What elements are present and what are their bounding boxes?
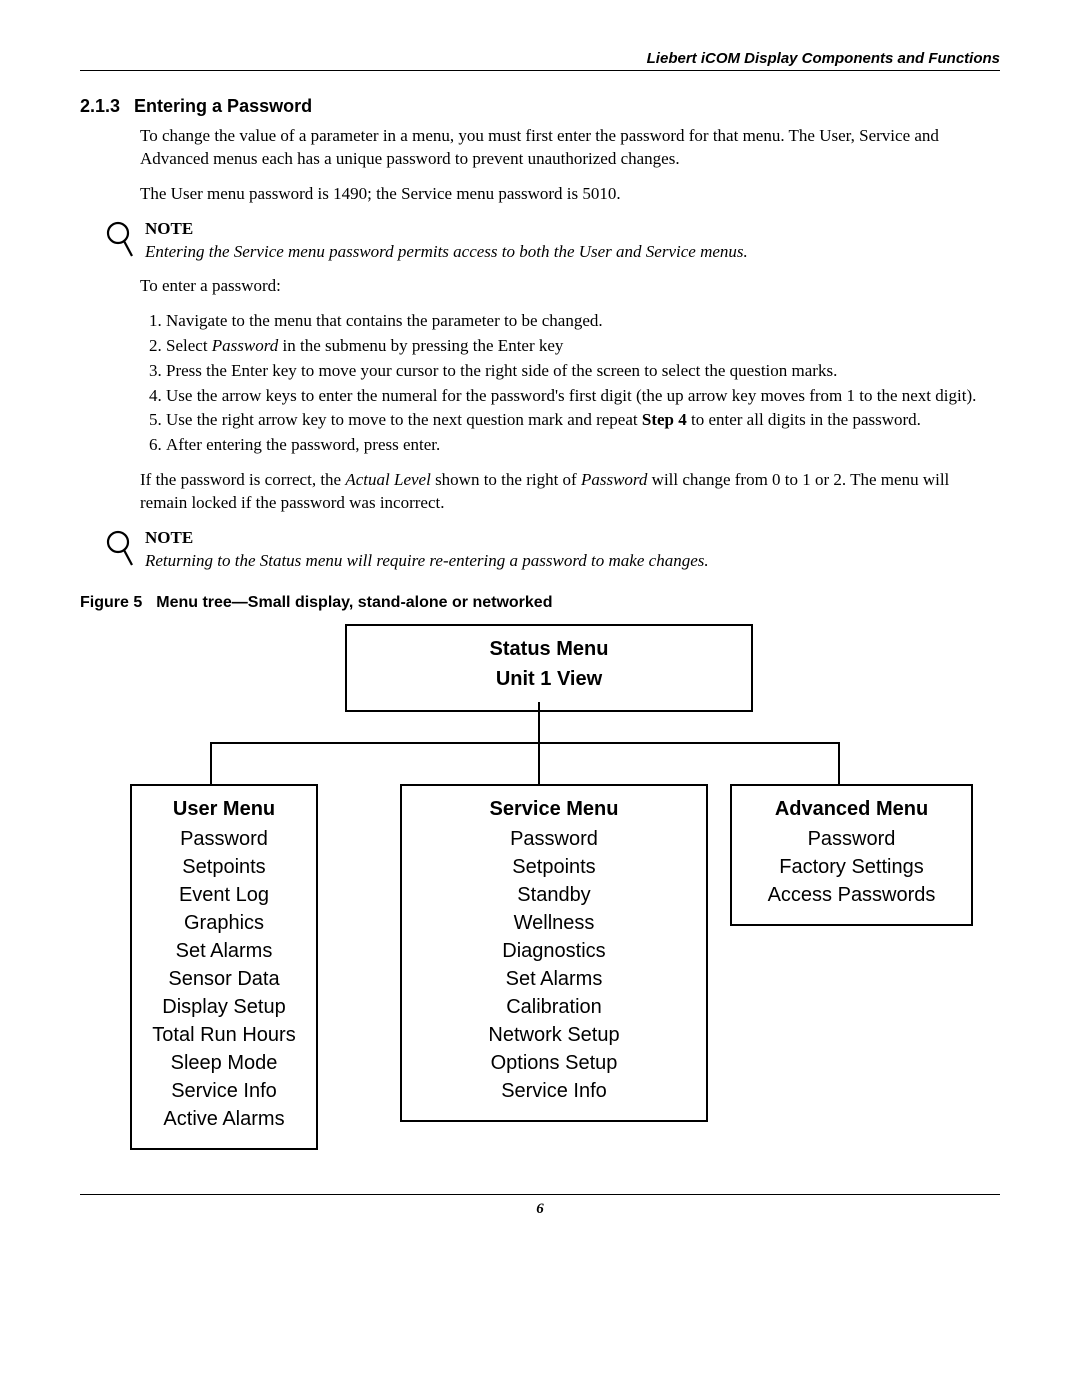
- tree-item: Password: [744, 826, 959, 852]
- tree-service-menu-box: Service Menu PasswordSetpointsStandbyWel…: [400, 784, 708, 1122]
- box-title: Service Menu: [414, 796, 694, 822]
- tree-item: Factory Settings: [744, 854, 959, 880]
- tree-item: Total Run Hours: [144, 1022, 304, 1048]
- step-item: Navigate to the menu that contains the p…: [166, 310, 1000, 333]
- tree-item: Sensor Data: [144, 966, 304, 992]
- note-label: NOTE: [145, 218, 748, 241]
- steps-list: Navigate to the menu that contains the p…: [140, 310, 1000, 458]
- figure-label: Figure 5: [80, 594, 142, 611]
- tree-user-menu-box: User Menu PasswordSetpointsEvent LogGrap…: [130, 784, 318, 1150]
- tree-item: Diagnostics: [414, 938, 694, 964]
- tree-item: Display Setup: [144, 994, 304, 1020]
- tree-item: Set Alarms: [414, 966, 694, 992]
- tree-item: Set Alarms: [144, 938, 304, 964]
- tree-item: Graphics: [144, 910, 304, 936]
- tree-item: Wellness: [414, 910, 694, 936]
- tree-item: Service Info: [414, 1078, 694, 1104]
- page-footer: 6: [80, 1194, 1000, 1218]
- section-number: 2.1.3: [80, 96, 120, 117]
- note-text: Returning to the Status menu will requir…: [145, 550, 709, 573]
- tree-advanced-menu-box: Advanced Menu PasswordFactory SettingsAc…: [730, 784, 973, 926]
- tree-item: Access Passwords: [744, 882, 959, 908]
- paragraph: If the password is correct, the Actual L…: [140, 469, 1000, 515]
- step-item: Use the right arrow key to move to the n…: [166, 409, 1000, 432]
- paragraph: To change the value of a parameter in a …: [140, 125, 1000, 171]
- note-label: NOTE: [145, 527, 709, 550]
- tree-item: Options Setup: [414, 1050, 694, 1076]
- root-title-line: Unit 1 View: [359, 666, 739, 692]
- magnifier-icon: [105, 220, 139, 267]
- section-heading: 2.1.3 Entering a Password: [80, 96, 1000, 117]
- paragraph: To enter a password:: [140, 275, 1000, 298]
- section-title: Entering a Password: [134, 96, 312, 116]
- step-item: After entering the password, press enter…: [166, 434, 1000, 457]
- figure-caption: Figure 5 Menu tree—Small display, stand-a…: [80, 594, 1000, 612]
- note-block: NOTE Returning to the Status menu will r…: [105, 527, 1000, 576]
- tree-root-box: Status Menu Unit 1 View: [345, 624, 753, 712]
- tree-item: Setpoints: [414, 854, 694, 880]
- page-number: 6: [536, 1201, 544, 1217]
- step-item: Press the Enter key to move your cursor …: [166, 360, 1000, 383]
- box-title: User Menu: [144, 796, 304, 822]
- paragraph: The User menu password is 1490; the Serv…: [140, 183, 1000, 206]
- tree-item: Password: [144, 826, 304, 852]
- root-title-line: Status Menu: [359, 636, 739, 662]
- tree-item: Sleep Mode: [144, 1050, 304, 1076]
- tree-item: Password: [414, 826, 694, 852]
- tree-item: Network Setup: [414, 1022, 694, 1048]
- figure-caption-text: Menu tree—Small display, stand-alone or …: [156, 594, 552, 611]
- note-text: Entering the Service menu password permi…: [145, 241, 748, 264]
- tree-item: Standby: [414, 882, 694, 908]
- step-item: Use the arrow keys to enter the numeral …: [166, 385, 1000, 408]
- box-title: Advanced Menu: [744, 796, 959, 822]
- magnifier-icon: [105, 529, 139, 576]
- step-item: Select Password in the submenu by pressi…: [166, 335, 1000, 358]
- tree-item: Active Alarms: [144, 1106, 304, 1132]
- page-header: Liebert iCOM Display Components and Func…: [80, 50, 1000, 71]
- body-content: To change the value of a parameter in a …: [140, 125, 1000, 576]
- tree-item: Setpoints: [144, 854, 304, 880]
- note-block: NOTE Entering the Service menu password …: [105, 218, 1000, 267]
- menu-tree-diagram: Status Menu Unit 1 View User Menu Passwo…: [140, 624, 1000, 1184]
- tree-item: Calibration: [414, 994, 694, 1020]
- tree-item: Event Log: [144, 882, 304, 908]
- tree-item: Service Info: [144, 1078, 304, 1104]
